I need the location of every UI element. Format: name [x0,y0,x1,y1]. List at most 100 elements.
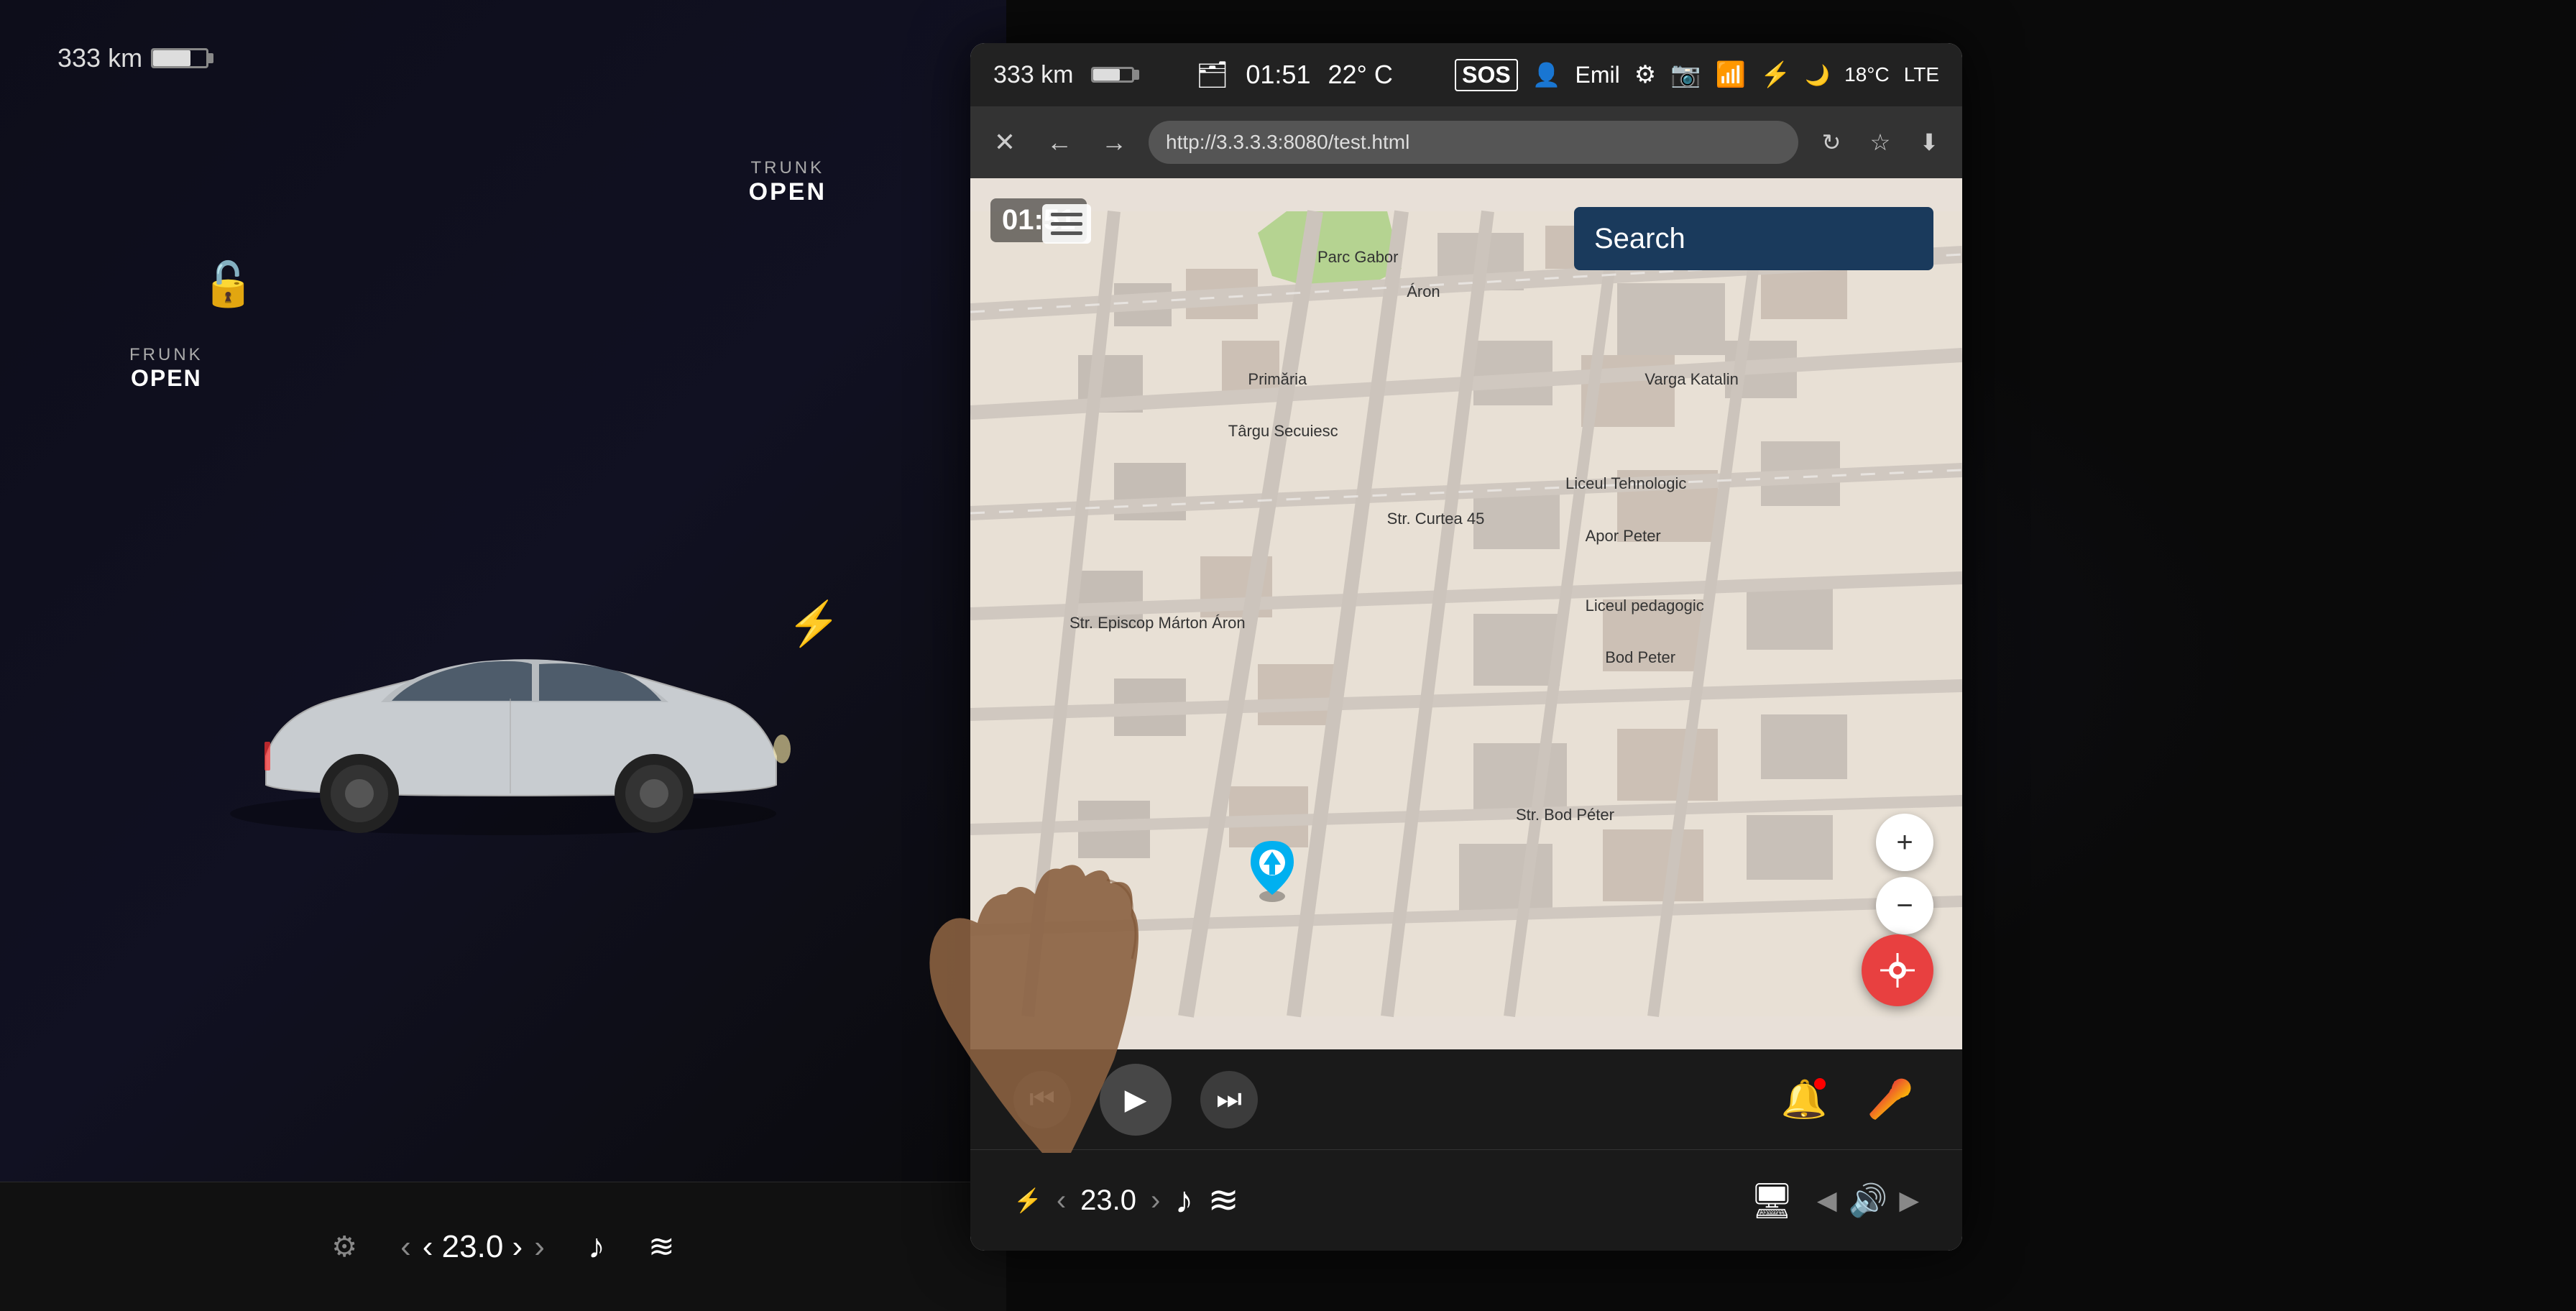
browser-actions: ↻ ☆ ⬇ [1813,124,1948,161]
status-right: SOS 👤 Emil ⚙ 📷 📶 ⚡ 🌙 18°C LTE [1455,59,1939,91]
tesla-panel: 333 km TRUNK OPEN 🔓 FRUNK OPEN [0,0,1006,1311]
left-controls: ⚡ ‹ 23.0 › ♪ ≋ [1013,1179,1239,1222]
trunk-status: OPEN [749,178,827,206]
settings-icon[interactable]: ⚙ [1634,60,1656,89]
display-icon: 🖥 [1750,1180,1794,1221]
map-label-varga: Varga Katalin [1644,370,1738,389]
status-center: 🗂 01:51 22° C [1196,60,1393,90]
browser-download-btn[interactable]: ⬇ [1910,124,1948,161]
map-area[interactable]: 01:51 Search Parc Gabor Áron Primăria Tâ… [970,178,1962,1049]
tab-icon: 🗂 [1196,60,1229,90]
prev-track-btn[interactable]: ⏮ [1013,1071,1071,1128]
nav-marker [1243,837,1301,906]
android-status-bar: 333 km 🗂 01:51 22° C SOS 👤 Emil ⚙ 📷 📶 ⚡ … [970,43,1962,106]
browser-star-btn[interactable]: ☆ [1862,124,1899,161]
moon-icon: 🌙 [1805,63,1830,87]
menu-line-2 [1051,222,1082,226]
map-zoom-controls: + − [1876,814,1933,934]
temp-icon-left: ⚡ [1013,1187,1042,1214]
frunk-status: OPEN [129,365,203,392]
system-temp-control[interactable]: ‹ 23.0 › [1057,1184,1161,1217]
vol-icon: 🔊 [1849,1182,1888,1219]
map-label-liceul-pedagogic: Liceul pedagogic [1586,597,1704,615]
lightning-icon: ⚡ [787,598,841,649]
map-label-str-bod-peter: Str. Bod Péter [1516,806,1614,824]
map-label-apor-peter: Apor Peter [1586,527,1661,546]
location-icon [1877,950,1918,990]
sys-temp-value: 23.0 [1080,1184,1136,1217]
bluetooth-icon: ⚡ [1760,60,1790,89]
user-name: Emil [1576,62,1620,88]
temp-increase-btn[interactable]: › [534,1229,545,1265]
browser-refresh-btn[interactable]: ↻ [1813,124,1850,161]
km-value: 333 km [58,43,142,73]
sys-temp-decrease-btn[interactable]: ‹ [1057,1184,1066,1217]
right-controls: 🔔 🎤 [1775,1071,1919,1128]
android-km: 333 km [993,61,1074,89]
music-note-btn[interactable]: ♪ [1174,1179,1193,1222]
play-pause-btn[interactable]: ▶ [1100,1064,1172,1136]
map-label-bod-peter: Bod Peter [1605,648,1675,667]
location-button[interactable] [1862,934,1933,1006]
wifi-icon: 📶 [1716,60,1746,89]
android-time: 01:51 [1246,60,1310,90]
tesla-km-display: 333 km [58,43,208,73]
map-menu-button[interactable] [1042,204,1091,244]
media-buttons: ⏮ ▶ ⏭ [1013,1064,1258,1136]
zoom-in-btn[interactable]: + [1876,814,1933,871]
temp-decrease-btn[interactable]: ‹ [400,1229,411,1265]
battery-fill [153,50,190,66]
battery-indicator [151,48,208,68]
tablet-bottom-bar: ⏮ ▶ ⏭ 🔔 🎤 ⚡ ‹ 23.0 › [970,1049,1962,1251]
camera-icon[interactable]: 📷 [1670,60,1701,89]
sys-temp-increase-btn[interactable]: › [1151,1184,1160,1217]
music-note-icon: ♪ [588,1227,605,1266]
temp-control[interactable]: ‹ ‹ 23.0 › › [400,1229,545,1265]
volume-control[interactable]: ◀ 🔊 ▶ [1817,1182,1919,1219]
map-label-curtea: Str. Curtea 45 [1387,510,1485,528]
map-label-parc-gabor: Parc Gabor [1317,248,1399,267]
notification-btn[interactable]: 🔔 [1775,1071,1833,1128]
frunk-label-text: FRUNK [129,345,203,365]
map-label-targu: Târgu Secuiesc [1228,422,1338,441]
volume-controls: 🖥 ◀ 🔊 ▶ [1750,1180,1919,1221]
search-box[interactable]: Search [1574,207,1933,270]
url-text: http://3.3.3.3:8080/test.html [1166,131,1409,154]
browser-chrome: ✕ ← → http://3.3.3.3:8080/test.html ↻ ☆ … [970,106,1962,178]
bottom-settings-icon: ⚙ [331,1230,357,1264]
map-label-episcop: Str. Episcop Márton Áron [1070,614,1246,632]
car-image: ⚡ [180,555,827,900]
status-left: 333 km [993,61,1134,89]
sos-label: SOS [1455,59,1518,91]
tablet-panel: 333 km 🗂 01:51 22° C SOS 👤 Emil ⚙ 📷 📶 ⚡ … [970,43,1962,1251]
notification-dot [1814,1078,1826,1090]
user-icon: 👤 [1532,61,1561,88]
android-temp: 22° C [1328,60,1392,90]
map-label-primaria: Primăria [1248,370,1307,389]
heat-control-icon: ≋ [648,1228,675,1265]
zoom-out-btn[interactable]: − [1876,877,1933,934]
menu-line-3 [1051,231,1082,235]
browser-forward-btn[interactable]: → [1094,122,1134,162]
map-label-aron: Áron [1407,282,1440,301]
mic-btn[interactable]: 🎤 [1862,1071,1919,1128]
media-controls-row: ⏮ ▶ ⏭ 🔔 🎤 [970,1049,1962,1150]
browser-url-bar[interactable]: http://3.3.3.3:8080/test.html [1149,121,1798,164]
heat-icon[interactable]: ≋ [1208,1179,1239,1222]
nav-marker-svg [1243,837,1301,902]
trunk-label: TRUNK OPEN [749,158,827,206]
map-label-liceul-tehnologic: Liceul Tehnologic [1565,474,1686,493]
google-mic-icon: 🎤 [1867,1077,1914,1121]
car-svg [180,555,827,900]
browser-back-btn[interactable]: ← [1039,122,1080,162]
tesla-bottom-bar: ⚙ ‹ ‹ 23.0 › › ♪ ≋ [0,1182,1006,1311]
frunk-label: FRUNK OPEN [129,345,203,392]
vol-increase-btn[interactable]: ▶ [1899,1185,1919,1215]
browser-close-btn[interactable]: ✕ [985,122,1025,162]
lock-icon: 🔓 [201,259,255,310]
vol-decrease-btn[interactable]: ◀ [1817,1185,1837,1215]
tesla-status-bar: 333 km [58,43,949,73]
android-battery-fill [1093,69,1121,80]
search-label: Search [1594,223,1685,255]
next-track-btn[interactable]: ⏭ [1200,1071,1258,1128]
